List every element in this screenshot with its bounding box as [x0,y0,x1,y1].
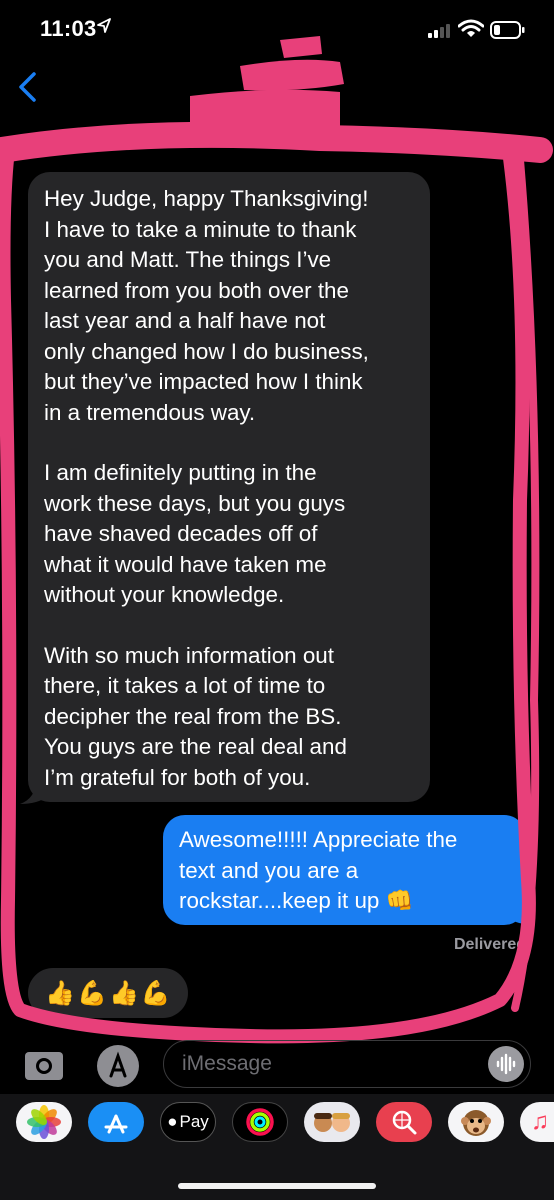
imessage-text-field[interactable]: iMessage [163,1040,531,1088]
web-search-icon[interactable] [376,1102,432,1142]
audio-message-icon[interactable] [488,1046,524,1082]
received-message-bubble[interactable]: Hey Judge, happy Thanksgiving! I have to… [28,172,430,802]
activity-icon[interactable] [232,1102,288,1142]
thumbs-up-emoji: 👍 [45,979,76,1007]
status-bar: 11:03 [0,0,554,60]
message-paragraph: Hey Judge, happy Thanksgiving! I have to… [44,186,369,425]
delivered-status: Delivered [453,936,526,953]
apple-pay-icon[interactable]: ● Pay [160,1102,216,1142]
flexed-biceps-emoji: 💪 [140,979,171,1007]
cellular-signal-icon [428,24,450,38]
sent-message-bubble[interactable]: Awesome!!!!! Appreciate the text and you… [163,815,526,925]
message-input-bar: iMessage [0,1040,554,1092]
back-chevron-icon[interactable] [14,70,44,104]
memoji-icon[interactable] [304,1102,360,1142]
sent-message-text: Awesome!!!!! Appreciate the text and you… [179,827,458,913]
app-store-drawer-icon[interactable] [96,1044,140,1088]
flexed-biceps-emoji: 💪 [77,979,107,1007]
animoji-icon[interactable] [448,1102,504,1142]
clock: 11:03 [40,16,97,41]
message-paragraph: I am definitely putting in the work thes… [44,460,346,607]
sent-bubble-tail [508,900,534,925]
photos-icon[interactable] [16,1102,72,1142]
home-indicator[interactable] [178,1183,376,1189]
battery-icon [490,21,525,39]
apple-pay-label: Pay [179,1112,209,1131]
music-icon[interactable]: ♫ [520,1102,554,1142]
camera-icon[interactable] [24,1048,64,1082]
app-store-icon[interactable] [88,1102,144,1142]
imessage-placeholder: iMessage [182,1052,272,1075]
received-bubble-tail [20,780,48,804]
fist-bump-emoji: 👊 [385,888,414,913]
location-arrow-icon [97,18,111,33]
wifi-icon [458,19,484,37]
thumbs-up-emoji: 👍 [109,979,139,1007]
emoji-reply-bubble[interactable]: 👍 💪 👍 💪 [28,968,188,1018]
message-paragraph: With so much information out there, it t… [44,642,347,790]
